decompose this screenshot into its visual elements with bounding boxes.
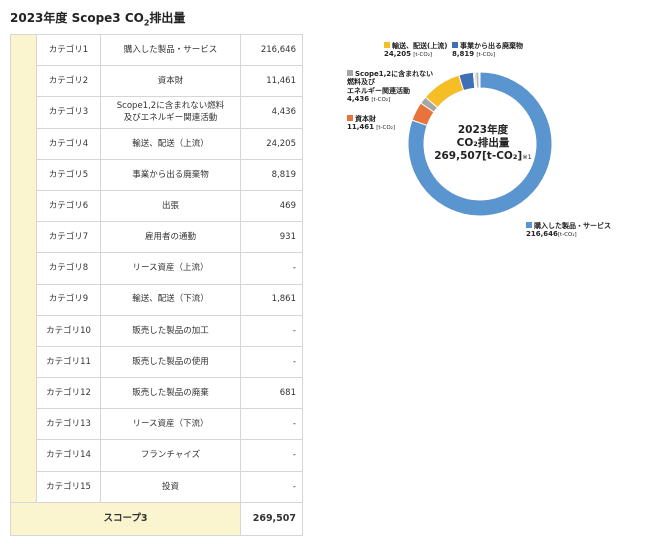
emission-value-cell: 1,861: [240, 283, 303, 316]
legend-swatch: [347, 70, 353, 76]
row-marker-cell: [10, 96, 37, 129]
slice-label-purchased-goods: 購入した製品・サービス 216,646[t-CO₂]: [526, 222, 611, 239]
donut-slice: [478, 71, 481, 89]
table-row: カテゴリ7 雇用者の通勤 931: [10, 221, 303, 254]
legend-swatch: [347, 115, 353, 121]
emission-value-cell: -: [240, 252, 303, 285]
row-marker-cell: [10, 190, 37, 222]
legend-swatch: [526, 222, 532, 228]
row-marker-cell: [10, 159, 37, 191]
legend-swatch: [452, 42, 458, 48]
row-marker-cell: [10, 33, 37, 66]
legend-swatch: [384, 42, 390, 48]
total-label: スコープ3: [10, 501, 241, 536]
page-title: 2023年度 Scope3 CO2排出量: [10, 11, 186, 28]
row-marker-cell: [10, 439, 37, 472]
table-row: カテゴリ13 リース資産（下流） -: [10, 408, 303, 441]
category-cell: カテゴリ4: [36, 127, 101, 160]
center-total: 269,507[t-CO₂]※1: [434, 150, 532, 163]
center-title: CO₂排出量: [456, 137, 510, 150]
category-cell: カテゴリ11: [36, 345, 101, 379]
row-marker-cell: [10, 252, 37, 284]
slice-label-fuel-energy: Scope1,2に含まれない 燃料及び エネルギー関連活動 4,436 [t-C…: [347, 70, 434, 104]
category-cell: カテゴリ15: [36, 470, 101, 503]
category-name-cell: 出張: [100, 189, 241, 223]
slice-label-waste: 事業から出る廃棄物 8,819 [t-CO₂]: [452, 42, 523, 59]
category-cell: カテゴリ12: [36, 377, 101, 410]
row-marker-cell: [10, 377, 37, 409]
emission-value-cell: -: [240, 470, 303, 503]
category-name-cell: 雇用者の通勤: [100, 221, 241, 254]
emission-value-cell: -: [240, 314, 303, 347]
emission-value-cell: 681: [240, 377, 303, 410]
category-cell: カテゴリ14: [36, 439, 101, 472]
table-row: カテゴリ9 輸送、配送（下流） 1,861: [10, 283, 303, 316]
emission-value-cell: 8,819: [240, 158, 303, 191]
table-row: カテゴリ3 Scope1,2に含まれない燃料 及びエネルギー関連活動 4,436: [10, 96, 303, 129]
category-cell: カテゴリ3: [36, 96, 101, 129]
total-row: スコープ3 269,507: [10, 501, 303, 536]
emission-value-cell: -: [240, 345, 303, 379]
slice-label-transport: 輸送、配送(上流) 24,205 [t-CO₂]: [384, 42, 448, 59]
table-row: カテゴリ12 販売した製品の廃棄 681: [10, 377, 303, 410]
chart-center-label: 2023年度 CO₂排出量 269,507[t-CO₂]※1: [423, 124, 543, 163]
category-cell: カテゴリ2: [36, 65, 101, 98]
emission-value-cell: -: [240, 408, 303, 441]
total-value: 269,507: [240, 501, 303, 536]
table-row: カテゴリ4 輸送、配送（上流） 24,205: [10, 127, 303, 160]
category-name-cell: 販売した製品の使用: [100, 345, 241, 379]
emission-value-cell: 24,205: [240, 127, 303, 160]
table-row: カテゴリ15 投資 -: [10, 470, 303, 503]
table-row: カテゴリ5 事業から出る廃棄物 8,819: [10, 158, 303, 191]
row-marker-cell: [10, 221, 37, 253]
category-cell: カテゴリ1: [36, 33, 101, 67]
emission-value-cell: 931: [240, 221, 303, 254]
row-marker-cell: [10, 346, 37, 378]
category-name-cell: リース資産（下流）: [100, 408, 241, 441]
category-name-cell: 販売した製品の廃棄: [100, 377, 241, 410]
category-name-cell: 投資: [100, 470, 241, 503]
category-name-cell: 事業から出る廃棄物: [100, 158, 241, 191]
scope3-table: カテゴリ1 購入した製品・サービス 216,646 カテゴリ2 資本財 11,461 カテゴ…: [10, 33, 303, 536]
table-row: カテゴリ8 リース資産（上流） -: [10, 252, 303, 285]
category-name-cell: 販売した製品の加工: [100, 314, 241, 347]
category-name-cell: 輸送、配送（下流）: [100, 283, 241, 316]
emission-value-cell: 11,461: [240, 65, 303, 98]
emission-value-cell: 469: [240, 189, 303, 223]
row-marker-cell: [10, 65, 37, 97]
emission-value-cell: 216,646: [240, 33, 303, 67]
row-marker-cell: [10, 315, 37, 347]
category-cell: カテゴリ5: [36, 158, 101, 191]
category-name-cell: フランチャイズ: [100, 439, 241, 472]
table-row: カテゴリ14 フランチャイズ -: [10, 439, 303, 472]
row-marker-cell: [10, 128, 37, 160]
emission-value-cell: -: [240, 439, 303, 472]
donut-chart: 2023年度 CO₂排出量 269,507[t-CO₂]※1 輸送、配送(上流)…: [320, 34, 640, 254]
slice-label-capital-goods: 資本財 11,461 [t-CO₂]: [347, 115, 396, 132]
category-cell: カテゴリ8: [36, 252, 101, 285]
category-name-cell: リース資産（上流）: [100, 252, 241, 285]
table-row: カテゴリ11 販売した製品の使用 -: [10, 345, 303, 379]
category-name-cell: 輸送、配送（上流）: [100, 127, 241, 160]
row-marker-cell: [10, 284, 37, 316]
table-row: カテゴリ1 購入した製品・サービス 216,646: [10, 33, 303, 67]
center-year: 2023年度: [457, 124, 509, 136]
category-cell: カテゴリ13: [36, 408, 101, 441]
category-name-cell: 購入した製品・サービス: [100, 33, 241, 67]
category-cell: カテゴリ6: [36, 189, 101, 223]
table-row: カテゴリ10 販売した製品の加工 -: [10, 314, 303, 347]
category-cell: カテゴリ9: [36, 283, 101, 316]
category-name-cell: 資本財: [100, 65, 241, 98]
table-row: カテゴリ6 出張 469: [10, 189, 303, 223]
row-marker-cell: [10, 408, 37, 440]
category-name-cell: Scope1,2に含まれない燃料 及びエネルギー関連活動: [100, 96, 241, 129]
emission-value-cell: 4,436: [240, 96, 303, 129]
table-row: カテゴリ2 資本財 11,461: [10, 65, 303, 98]
row-marker-cell: [10, 471, 37, 503]
category-cell: カテゴリ10: [36, 314, 101, 347]
category-cell: カテゴリ7: [36, 221, 101, 254]
